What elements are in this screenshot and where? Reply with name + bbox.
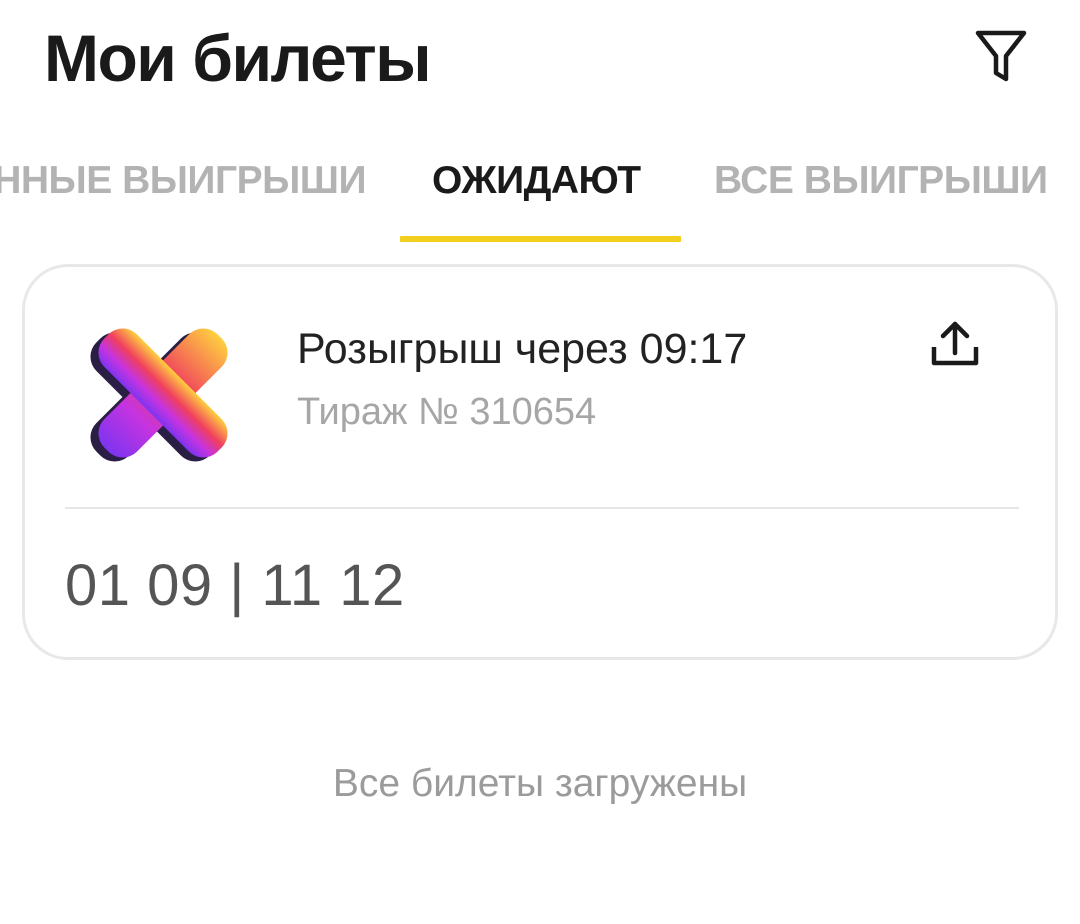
gradient-x-lottery-logo [90,328,228,462]
filter-funnel-icon [975,30,1027,82]
filter-button[interactable] [968,26,1034,88]
card-divider [65,507,1019,509]
ticket-numbers: 01 09 | 11 12 [65,553,405,618]
tab-checked-wins[interactable]: ЕННЫЕ ВЫИГРЫШИ [0,150,367,212]
share-upload-icon [931,321,979,366]
draw-countdown: Розыгрыш через 09:17 [297,325,748,373]
tab-waiting[interactable]: ОЖИДАЮТ [432,150,641,212]
share-button[interactable] [923,311,987,375]
ticket-tabs: ЕННЫЕ ВЫИГРЫШИ ОЖИДАЮТ ВСЕ ВЫИГРЫШИ [0,150,1080,242]
my-tickets-screen: Мои билеты ЕННЫЕ ВЫИГРЫШИ ОЖИДАЮТ ВСЕ ВЫ… [0,0,1080,924]
draw-number: Тираж № 310654 [297,391,597,433]
tab-all-wins[interactable]: ВСЕ ВЫИГРЫШИ [714,150,1048,212]
page-title: Мои билеты [44,21,432,95]
all-tickets-loaded-note: Все билеты загружены [332,762,748,805]
ticket-card[interactable]: Розыгрыш через 09:17 Тираж № 310654 01 0… [22,264,1058,660]
active-tab-indicator [400,236,681,242]
